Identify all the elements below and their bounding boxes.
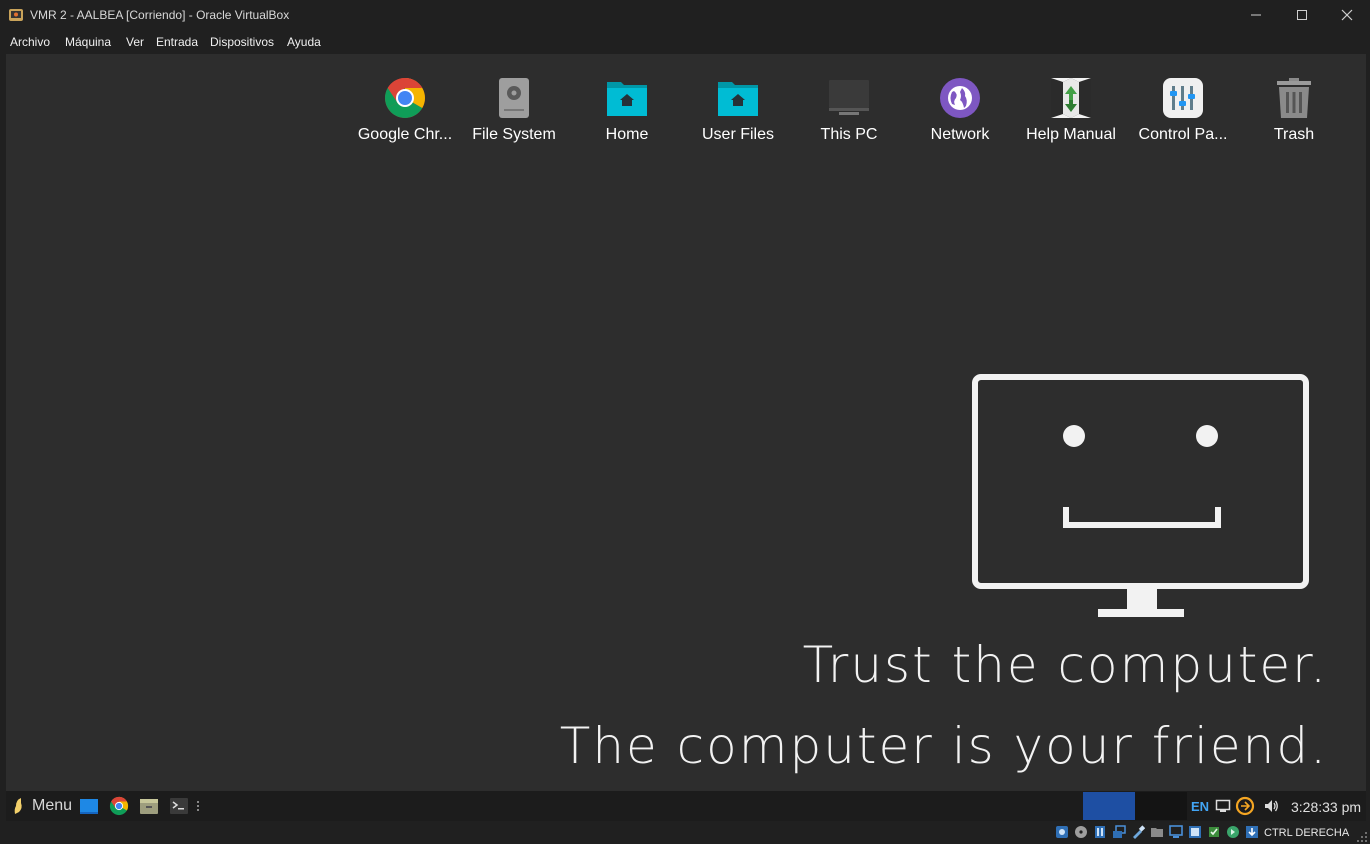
desktop-icon-label: Home xyxy=(605,126,649,143)
network-adapter-icon[interactable] xyxy=(1112,825,1126,839)
desktop-icon-label: This PC xyxy=(820,126,878,143)
resize-grip-icon[interactable] xyxy=(1356,831,1368,843)
clock[interactable]: 3:28:33 pm xyxy=(1291,799,1361,815)
hard-disk-activity-icon[interactable] xyxy=(1055,825,1069,839)
desktop-icon-label: File System xyxy=(472,126,556,143)
desktop-icon-label: Help Manual xyxy=(1026,126,1116,143)
workspace-2[interactable] xyxy=(1135,792,1187,820)
desktop-icon-this-pc[interactable]: This PC xyxy=(794,76,904,144)
guest-desktop[interactable]: Google Chr... File System Home User File… xyxy=(6,54,1366,791)
desktop-icon-label: User Files xyxy=(701,126,774,143)
optical-drive-icon[interactable] xyxy=(1074,825,1088,839)
chrome-icon xyxy=(385,78,425,118)
menubar: Archivo Máquina Ver Entrada Dispositivos… xyxy=(0,30,1370,53)
desktop-icon-control-panel[interactable]: Control Pa... xyxy=(1128,76,1238,144)
maximize-button[interactable] xyxy=(1279,0,1325,30)
menu-archivo[interactable]: Archivo xyxy=(10,35,50,49)
minimize-button[interactable] xyxy=(1233,0,1279,30)
window-title: VMR 2 - AALBEA [Corriendo] - Oracle Virt… xyxy=(30,8,290,22)
virtualization-engine-icon[interactable] xyxy=(1207,825,1221,839)
minimize-icon xyxy=(1251,14,1261,16)
taskbar-separator-handle-icon xyxy=(197,801,199,811)
terminal-launcher-icon[interactable] xyxy=(169,796,189,816)
show-desktop-icon[interactable] xyxy=(79,797,99,815)
control-panel-icon xyxy=(1163,78,1203,118)
menu-entrada[interactable]: Entrada xyxy=(156,35,198,49)
desktop-icon-label: Google Chr... xyxy=(357,126,453,143)
menu-ayuda[interactable]: Ayuda xyxy=(287,35,321,49)
user-folder-icon xyxy=(718,82,758,116)
desktop-icon-home[interactable]: Home xyxy=(572,76,682,144)
desktop-icon-label: Network xyxy=(930,126,990,143)
home-folder-icon xyxy=(607,82,647,116)
menu-dispositivos[interactable]: Dispositivos xyxy=(210,35,274,49)
desktop-icon-help-manual[interactable]: Help Manual xyxy=(1016,76,1126,144)
menu-ver[interactable]: Ver xyxy=(126,35,144,49)
wallpaper-slogan-line2: The computer is your friend. xyxy=(559,717,1328,775)
virtualbox-app-icon xyxy=(9,9,23,21)
audio-device-icon[interactable] xyxy=(1093,825,1107,839)
mouse-integration-icon[interactable] xyxy=(1226,825,1240,839)
keyboard-layout-indicator[interactable]: EN xyxy=(1191,799,1209,814)
desktop-icon-chrome[interactable]: Google Chr... xyxy=(350,76,460,144)
desktop-icon-label: Control Pa... xyxy=(1138,126,1228,143)
volume-icon[interactable] xyxy=(1263,798,1279,814)
help-manual-icon xyxy=(1051,78,1091,118)
desktop-icon-user-files[interactable]: User Files xyxy=(683,76,793,144)
display-tray-icon[interactable] xyxy=(1215,798,1231,814)
desktop-icon-trash[interactable]: Trash xyxy=(1239,76,1349,144)
trash-icon xyxy=(1277,78,1311,118)
monitor-icon xyxy=(829,80,869,115)
chrome-launcher-icon[interactable] xyxy=(109,796,129,816)
close-icon xyxy=(1341,9,1353,21)
host-key-label: CTRL DERECHA xyxy=(1264,827,1350,839)
start-menu-icon[interactable] xyxy=(12,797,26,815)
update-manager-tray-icon[interactable] xyxy=(1235,796,1255,816)
wallpaper-slogan-line1: Trust the computer. xyxy=(802,636,1328,694)
network-globe-icon xyxy=(940,78,980,118)
display-icon[interactable] xyxy=(1169,825,1183,839)
window-titlebar: VMR 2 - AALBEA [Corriendo] - Oracle Virt… xyxy=(0,0,1370,30)
guest-taskbar: Menu EN 3:28:33 pm xyxy=(6,791,1366,821)
file-manager-launcher-icon[interactable] xyxy=(139,796,159,816)
hard-drive-icon xyxy=(499,78,529,118)
keyboard-capture-icon[interactable] xyxy=(1245,825,1259,839)
desktop-icon-file-system[interactable]: File System xyxy=(459,76,569,144)
recording-icon[interactable] xyxy=(1188,825,1202,839)
usb-icon[interactable] xyxy=(1131,825,1145,839)
desktop-icon-label: Trash xyxy=(1273,126,1315,143)
wallpaper-monitor-face xyxy=(972,374,1309,617)
virtualbox-statusbar: CTRL DERECHA xyxy=(0,821,1370,844)
maximize-icon xyxy=(1297,10,1307,20)
workspace-1[interactable] xyxy=(1083,792,1135,820)
menu-maquina[interactable]: Máquina xyxy=(65,35,111,49)
close-button[interactable] xyxy=(1324,0,1370,30)
start-menu-button[interactable]: Menu xyxy=(32,797,72,815)
desktop-icon-network[interactable]: Network xyxy=(905,76,1015,144)
shared-folders-icon[interactable] xyxy=(1150,825,1164,839)
